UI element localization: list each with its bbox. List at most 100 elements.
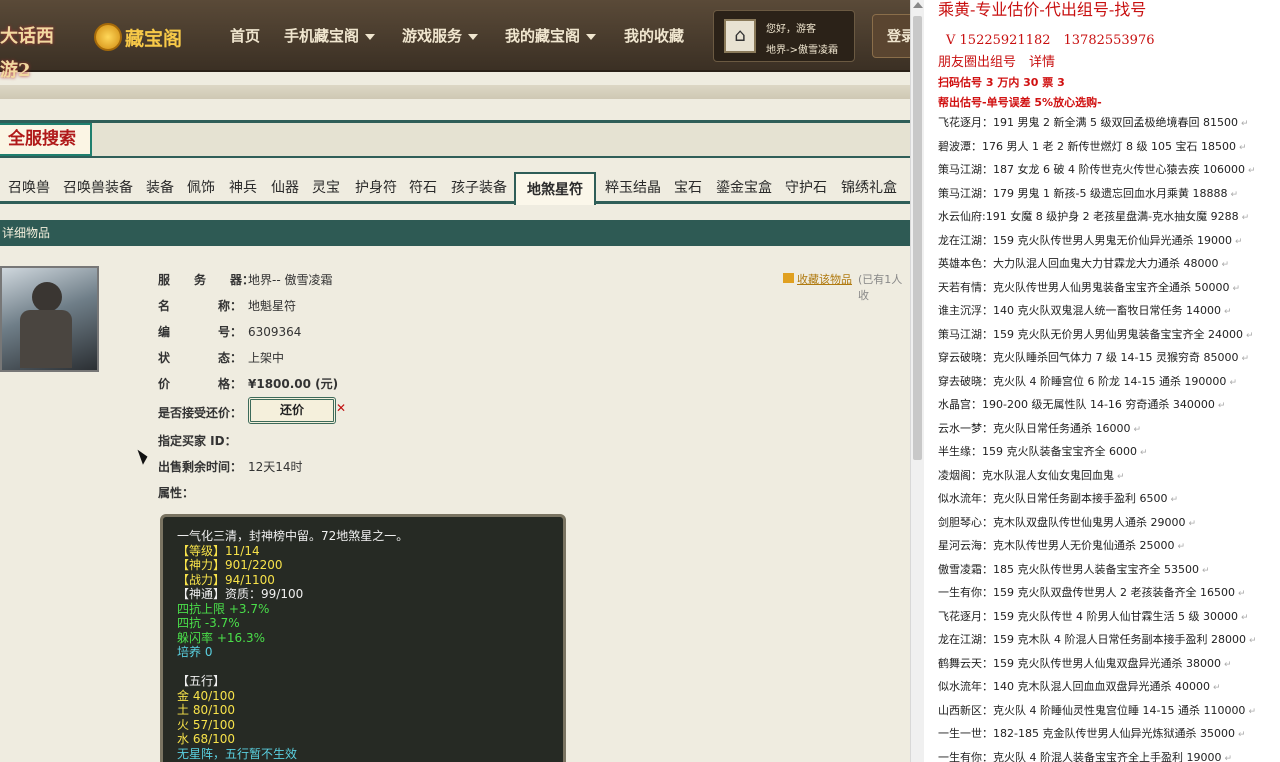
favorite-link[interactable]: 收藏该物品 [797, 271, 852, 287]
return-mark-icon: ↵ [1241, 354, 1249, 364]
field-buyer: 指定买家 ID： [158, 432, 248, 449]
listing-text: 碧波潭：176 男人 1 老 2 新传世燃灯 8 级 105 宝石 18500 [938, 139, 1236, 153]
return-mark-icon: ↵ [1201, 565, 1210, 576]
tab-14[interactable]: 守护石 [785, 172, 827, 204]
browser-content: 大话西游2 藏宝阁 首页 手机藏宝阁 游戏服务 我的藏宝阁 我的收藏 ⌂ 您好，… [0, 0, 910, 762]
attribute-line: 无星阵，五行暂不生效 [177, 746, 298, 761]
listing-text: 水云仙府:191 女魔 8 级护身 2 老孩星盘满-克水抽女魔 9288 [938, 210, 1239, 223]
listing-entry: 碧波潭：176 男人 1 老 2 新传世燃灯 8 级 105 宝石 18500 ↵ [938, 136, 1280, 160]
return-mark-icon: ↵ [1230, 189, 1238, 200]
listing-entry: 一生一世：182-185 克金队传世男人仙异光炼狱通杀 35000 ↵ [938, 723, 1280, 747]
user-server[interactable]: 地界->傲雪凌霜 [766, 41, 838, 56]
tab-9[interactable]: 孩子装备 [451, 172, 507, 204]
tab-4[interactable]: 神兵 [229, 172, 257, 204]
listing-entry: 飞花逐月：191 男鬼 2 新全满 5 级双回孟极绝境春回 81500 ↵ [938, 112, 1280, 136]
figure-body [20, 310, 72, 368]
attribute-line: 一气化三清，封神榜中留。72地煞星之一。 [177, 529, 409, 543]
listing-text: 穿去破晓：克火队 4 阶睡宫位 6 阶龙 14-15 通杀 190000 [938, 374, 1227, 388]
counter-offer-button[interactable]: 还价 [248, 397, 336, 424]
listing-text: 凌烟阁：克水队混人女仙女鬼回血鬼 [938, 468, 1114, 482]
listing-text: 剑胆琴心：克木队双盘队传世仙鬼男人通杀 29000 [938, 515, 1186, 529]
tab-1[interactable]: 召唤兽装备 [63, 172, 133, 204]
field-label: 编 号： [158, 325, 243, 339]
listing-text: 英雄本色：大力队混人回血鬼大力甘霖龙大力通杀 48000 [938, 257, 1219, 270]
game-logo[interactable]: 大话西游2 [0, 20, 70, 81]
listing-text: 一生一世：182-185 克金队传世男人仙异光炼狱通杀 35000 [938, 727, 1235, 740]
nav-mobile-label: 手机藏宝阁 [284, 27, 360, 45]
field-label: 价 格： [158, 377, 243, 391]
scrollbar-thumb[interactable] [913, 16, 922, 460]
nav-my-market[interactable]: 我的藏宝阁 [505, 0, 597, 72]
listing-entry: 水云仙府:191 女魔 8 级护身 2 老孩星盘满-克水抽女魔 9288 ↵ [938, 206, 1280, 230]
login-button[interactable]: 登录 [872, 14, 910, 58]
tab-8[interactable]: 符石 [409, 172, 437, 204]
field-value: 12天14时 [248, 460, 303, 474]
scrollbar[interactable] [910, 0, 924, 762]
search-title[interactable]: 全服搜索 [0, 123, 92, 156]
tab-13[interactable]: 鎏金宝盒 [716, 172, 772, 204]
listing-text: 傲雪凌霜：185 克火队传世男人装备宝宝齐全 53500 [938, 562, 1199, 576]
listing-text: 星河云海：克木队传世男人无价鬼仙通杀 25000 [938, 539, 1175, 552]
return-mark-icon: ↵ [1241, 213, 1250, 223]
listing-text: 策马江湖：179 男鬼 1 新孩-5 级遗忘回血水月乘黄 18888 [938, 186, 1228, 200]
listing-entry: 策马江湖：159 克火队无价男人男仙男鬼装备宝宝齐全 24000 ↵ [938, 324, 1280, 348]
attribute-line: 培养 0 [177, 645, 213, 659]
nav-service-label: 游戏服务 [402, 27, 463, 45]
avatar: ⌂ [724, 19, 756, 53]
listing-entry: 英雄本色：大力队混人回血鬼大力甘霖龙大力通杀 48000 ↵ [938, 253, 1280, 277]
field-label: 名 称： [158, 299, 243, 313]
listing-text: 水晶宫：190-200 级无属性队 14-16 穷奇通杀 340000 [938, 398, 1215, 411]
listing-text: 龙在江湖：159 克木队 4 阶混人日常任务副本接手盈利 28000 [938, 633, 1246, 646]
field-value: 上架中 [248, 351, 285, 365]
nav-my-favorites[interactable]: 我的收藏 [624, 0, 684, 72]
listing-text: 龙在江湖：159 克火队传世男人男鬼无价仙异光通杀 19000 [938, 233, 1232, 247]
tab-5[interactable]: 仙器 [271, 172, 299, 204]
chevron-down-icon [586, 33, 597, 40]
category-tabs: 召唤兽 召唤兽装备 装备 佩饰 神兵 仙器 灵宝 护身符 符石 孩子装备 地煞星符 粹玉结晶 宝石 鎏金宝… [0, 172, 910, 205]
favorite-icon[interactable] [783, 273, 794, 283]
tab-11[interactable]: 粹玉结晶 [605, 172, 661, 204]
return-mark-icon: ↵ [1245, 330, 1254, 341]
return-mark-icon: ↵ [1240, 612, 1249, 623]
listing-entry: 穿云破晓：克火队睡杀回气体力 7 级 14-15 灵猴穷奇 85000 ↵ [938, 347, 1280, 371]
chevron-down-icon [468, 33, 479, 40]
listing-text: 鹤舞云天：159 克火队传世男人仙鬼双盘异光通杀 38000 [938, 656, 1221, 670]
tab-10[interactable]: 地煞星符 [514, 172, 596, 205]
field-label: 是否接受还价： [158, 406, 243, 420]
nav-home[interactable]: 首页 [230, 0, 260, 72]
field-status: 状 态： 上架中 [158, 349, 284, 366]
tab-2[interactable]: 装备 [146, 172, 174, 204]
return-mark-icon: ↵ [1170, 495, 1179, 505]
listing-entry: 策马江湖：179 男鬼 1 新孩-5 级遗忘回血水月乘黄 18888 ↵ [938, 183, 1280, 207]
attribute-line: 躲闪率 +16.3% [177, 630, 265, 645]
listing-entry: 似水流年：克火队日常任务副本接手盈利 6500 ↵ [938, 488, 1280, 512]
nav-mobile-market[interactable]: 手机藏宝阁 [284, 0, 376, 72]
listing-text: 云水一梦：克火队日常任务通杀 16000 [938, 421, 1131, 435]
nav-game-service[interactable]: 游戏服务 [402, 0, 479, 72]
tab-15[interactable]: 锦绣礼盒 [841, 172, 897, 204]
listing-entry: 飞花逐月：159 克火队传世 4 阶男人仙甘霖生活 5 级 30000 ↵ [938, 606, 1280, 630]
tab-12[interactable]: 宝石 [674, 172, 702, 204]
attribute-line: 水 68/100 [177, 732, 236, 746]
return-mark-icon: ↵ [1237, 589, 1246, 599]
listing-entry: 一生有你：159 克火队双盘传世男人 2 老孩装备齐全 16500 ↵ [938, 582, 1280, 606]
close-icon[interactable]: ✕ [336, 401, 346, 415]
tab-0[interactable]: 召唤兽 [8, 172, 50, 204]
attribute-line: 火 57/100 [177, 717, 236, 732]
return-mark-icon: ↵ [1247, 166, 1256, 176]
tab-3[interactable]: 佩饰 [187, 172, 215, 204]
scroll-up-icon[interactable] [913, 2, 923, 8]
listing-entry: 傲雪凌霜：185 克火队传世男人装备宝宝齐全 53500 ↵ [938, 559, 1280, 583]
side-title: 乘黄-专业估价-代出组号-找号 [938, 0, 1147, 19]
return-mark-icon: ↵ [1133, 424, 1142, 435]
user-box[interactable]: ⌂ 您好，游客 地界->傲雪凌霜 [713, 10, 855, 62]
field-label: 出售剩余时间： [158, 460, 243, 474]
market-logo[interactable]: 藏宝阁 [94, 18, 202, 56]
tab-7[interactable]: 护身符 [355, 172, 397, 204]
tab-6[interactable]: 灵宝 [312, 172, 340, 204]
listing-text: 穿云破晓：克火队睡杀回气体力 7 级 14-15 灵猴穷奇 85000 [938, 351, 1239, 364]
listing-entry: 水晶宫：190-200 级无属性队 14-16 穷奇通杀 340000 ↵ [938, 394, 1280, 418]
attribute-line: 土 80/100 [177, 703, 236, 717]
return-mark-icon: ↵ [1221, 260, 1230, 270]
field-label: 指定买家 ID： [158, 434, 237, 448]
